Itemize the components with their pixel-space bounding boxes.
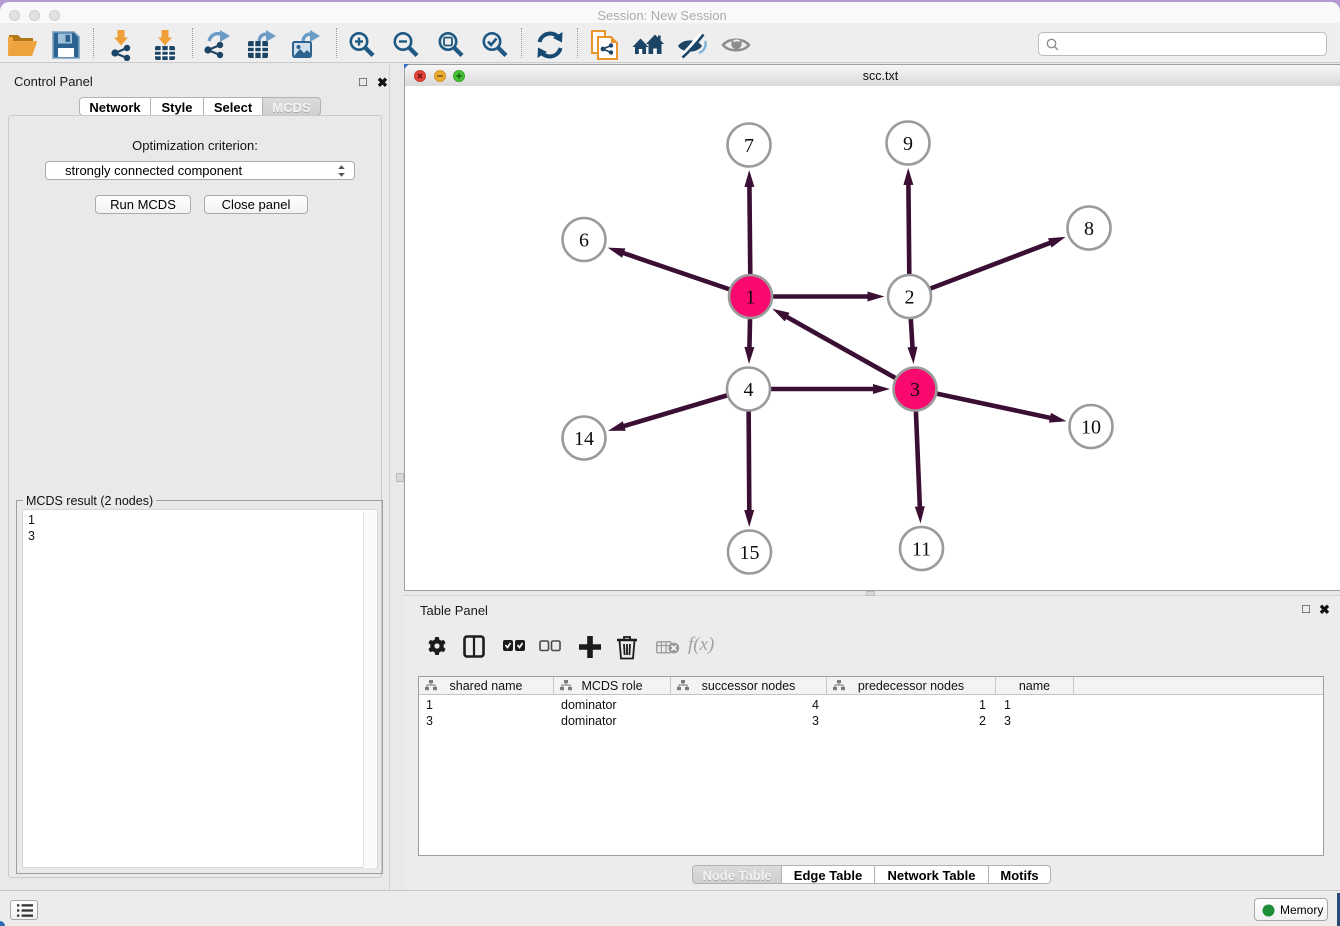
svg-text:15: 15 <box>740 542 760 564</box>
svg-text:14: 14 <box>574 428 594 450</box>
svg-text:7: 7 <box>744 135 754 157</box>
svg-text:6: 6 <box>579 230 589 252</box>
svg-text:8: 8 <box>1084 218 1094 240</box>
svg-text:1: 1 <box>746 287 756 309</box>
svg-text:11: 11 <box>912 539 931 561</box>
svg-text:3: 3 <box>910 379 920 401</box>
svg-text:10: 10 <box>1081 417 1101 439</box>
svg-text:9: 9 <box>903 133 913 155</box>
svg-text:2: 2 <box>905 287 915 309</box>
svg-text:4: 4 <box>744 379 754 401</box>
